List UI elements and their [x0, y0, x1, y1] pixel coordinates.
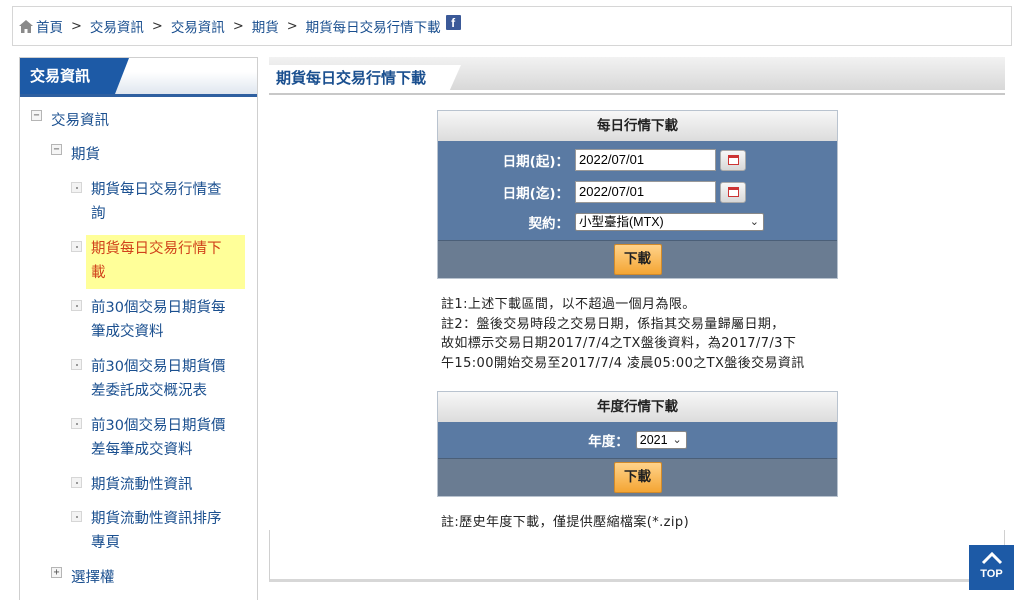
sidebar-item-futures[interactable]: 期貨	[71, 143, 100, 167]
breadcrumb-trade-info-link[interactable]: 交易資訊	[90, 16, 144, 36]
yearly-form: 年度： 2021 ⌄	[438, 422, 837, 458]
back-to-top-label: TOP	[980, 568, 1003, 580]
yearly-panel-footer: 下載	[438, 458, 837, 496]
sidebar-item-30day-trades[interactable]: 前30個交易日期貨每 筆成交資料	[91, 296, 241, 344]
leaf-bullet-icon	[71, 511, 82, 522]
yearly-download-button[interactable]: 下載	[613, 462, 662, 493]
home-icon[interactable]	[19, 19, 33, 33]
leaf-bullet-icon	[71, 241, 82, 252]
chevron-up-icon	[981, 551, 1002, 565]
end-date-label: 日期(迄)：	[502, 186, 569, 202]
breadcrumb-separator: >	[151, 18, 163, 34]
chevron-down-icon: ⌄	[749, 216, 759, 228]
tree-node-daily-query[interactable]: 期貨每日交易行情查 詢	[71, 178, 241, 226]
breadcrumb-separator: >	[232, 18, 244, 34]
breadcrumb-separator: >	[286, 18, 298, 34]
leaf-bullet-icon	[71, 477, 82, 488]
sidebar-item-options[interactable]: 選擇權	[71, 566, 115, 590]
sidebar: 交易資訊 − 交易資訊 − 期貨 期貨每日交易行情查 詢 期貨每日交易行情下 載…	[19, 57, 258, 600]
note-line: 註2：盤後交易時段之交易日期，係指其交易量歸屬日期，	[441, 316, 785, 332]
sidebar-item-liquidity-ranking[interactable]: 期貨流動性資訊排序 專頁	[91, 507, 241, 555]
breadcrumb-trade-info-link-2[interactable]: 交易資訊	[171, 16, 225, 36]
daily-panel-footer: 下載	[438, 240, 837, 278]
year-select[interactable]: 2021 ⌄	[635, 431, 687, 449]
end-date-calendar-button[interactable]	[720, 181, 746, 203]
end-date-input[interactable]: 2022/07/01	[575, 181, 716, 203]
start-date-calendar-button[interactable]	[720, 149, 746, 171]
tree-node-liquidity[interactable]: 期貨流動性資訊	[71, 473, 241, 497]
sidebar-title: 交易資訊	[20, 58, 129, 94]
tree-node-30day-spread-orders[interactable]: 前30個交易日期貨價 差委託成交概況表	[71, 355, 241, 403]
collapse-icon[interactable]: −	[51, 144, 62, 155]
leaf-bullet-icon	[71, 359, 82, 370]
expand-icon[interactable]: +	[51, 567, 62, 578]
contract-select[interactable]: 小型臺指(MTX) ⌄	[575, 213, 764, 231]
collapse-icon[interactable]: −	[31, 110, 42, 121]
year-select-value: 2021	[639, 433, 668, 447]
year-label: 年度：	[588, 434, 629, 450]
content-frame	[269, 530, 1005, 582]
contract-select-value: 小型臺指(MTX)	[579, 215, 664, 229]
calendar-icon	[727, 155, 739, 165]
leaf-bullet-icon	[71, 182, 82, 193]
note-line: 註1:上述下載區間，以不超過一個月為限。	[441, 297, 696, 312]
daily-form: 日期(起)： 2022/07/01 日期(迄)： 2022/07/01 契約： …	[438, 141, 837, 240]
facebook-icon[interactable]: f	[445, 14, 461, 30]
sidebar-item-daily-download[interactable]: 期貨每日交易行情下 載	[86, 235, 245, 289]
tree-node-futures[interactable]: − 期貨	[51, 143, 100, 167]
main-header-divider	[269, 93, 1005, 95]
start-date-input[interactable]: 2022/07/01	[575, 149, 716, 171]
note-line: 故如標示交易日期2017/7/4之TX盤後資料，為2017/7/3下	[441, 336, 797, 351]
tree-node-30day-spread-trades[interactable]: 前30個交易日期貨價 差每筆成交資料	[71, 414, 241, 462]
yearly-panel-title: 年度行情下載	[438, 392, 837, 422]
leaf-bullet-icon	[71, 300, 82, 311]
contract-row: 契約： 小型臺指(MTX) ⌄	[438, 208, 837, 236]
daily-download-panel: 每日行情下載 日期(起)： 2022/07/01 日期(迄)： 2022/07/…	[437, 110, 838, 279]
daily-notes: 註1:上述下載區間，以不超過一個月為限。 註2：盤後交易時段之交易日期，係指其交…	[441, 295, 805, 373]
breadcrumb-separator: >	[71, 18, 82, 34]
breadcrumb: 首頁 > 交易資訊 > 交易資訊 > 期貨 > 期貨每日交易行情下載 f	[12, 6, 1012, 46]
daily-panel-title: 每日行情下載	[438, 111, 837, 141]
tree-node-options[interactable]: + 選擇權	[51, 566, 115, 590]
yearly-download-panel: 年度行情下載 年度： 2021 ⌄ 下載	[437, 391, 838, 497]
end-date-row: 日期(迄)： 2022/07/01	[438, 176, 837, 208]
start-date-label: 日期(起)：	[502, 154, 569, 170]
sidebar-header-decoration	[115, 72, 257, 94]
tree-node-30day-trades[interactable]: 前30個交易日期貨每 筆成交資料	[71, 296, 241, 344]
sidebar-item-liquidity[interactable]: 期貨流動性資訊	[91, 473, 241, 497]
breadcrumb-futures-link[interactable]: 期貨	[252, 16, 279, 36]
breadcrumb-current-page[interactable]: 期貨每日交易行情下載	[306, 16, 441, 36]
breadcrumb-home-link[interactable]: 首頁	[36, 16, 63, 36]
sidebar-item-30day-spread-orders[interactable]: 前30個交易日期貨價 差委託成交概況表	[91, 355, 241, 403]
sidebar-item-30day-spread-trades[interactable]: 前30個交易日期貨價 差每筆成交資料	[91, 414, 241, 462]
sidebar-header: 交易資訊	[20, 58, 257, 97]
back-to-top-button[interactable]: TOP	[969, 545, 1014, 590]
calendar-icon	[727, 187, 739, 197]
tree-node-liquidity-ranking[interactable]: 期貨流動性資訊排序 專頁	[71, 507, 241, 555]
tree-node-daily-download[interactable]: 期貨每日交易行情下 載	[71, 235, 245, 289]
sidebar-item-daily-query[interactable]: 期貨每日交易行情查 詢	[91, 178, 241, 226]
chevron-down-icon: ⌄	[672, 434, 682, 446]
leaf-bullet-icon	[71, 418, 82, 429]
contract-label: 契約：	[528, 216, 570, 232]
tree-node-trade-info[interactable]: − 交易資訊	[31, 109, 109, 133]
page-title: 期貨每日交易行情下載	[269, 65, 461, 92]
sidebar-item-trade-info[interactable]: 交易資訊	[51, 109, 109, 133]
main-header: 期貨每日交易行情下載	[269, 57, 1005, 95]
daily-download-button[interactable]: 下載	[613, 244, 662, 275]
start-date-row: 日期(起)： 2022/07/01	[438, 144, 837, 176]
note-line: 午15:00開始交易至2017/7/4 凌晨05:00之TX盤後交易資訊	[441, 355, 805, 371]
